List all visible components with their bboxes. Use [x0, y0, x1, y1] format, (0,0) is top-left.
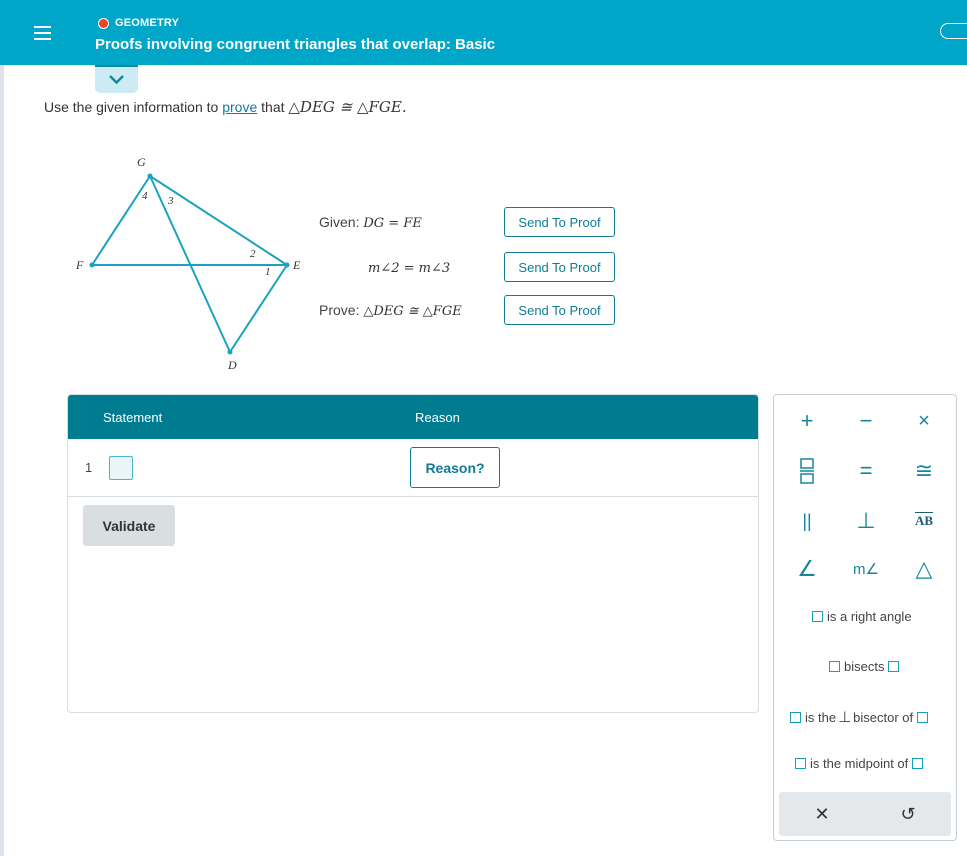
menu-button[interactable] — [26, 21, 58, 47]
validate-button[interactable]: Validate — [83, 505, 175, 546]
minus-button[interactable]: − — [841, 403, 891, 439]
bisects-template[interactable]: bisects — [829, 659, 900, 674]
header-bar: GEOMETRY Proofs involving congruent tria… — [0, 0, 967, 65]
point-g-label: G — [137, 155, 146, 169]
prove-link[interactable]: prove — [222, 99, 257, 115]
placeholder-box-icon — [790, 711, 801, 723]
send-to-proof-button-1[interactable]: Send To Proof — [504, 207, 615, 237]
angle-2-label: 2 — [250, 248, 256, 260]
perpendicular-button[interactable]: ⊥ — [841, 503, 891, 539]
triangle-button[interactable]: △ — [899, 551, 949, 587]
hamburger-icon — [34, 26, 51, 28]
symbol-palette: + − × = ≅ || ⊥ AB ∠ m∠ △ is a right angl… — [773, 394, 957, 841]
fraction-button[interactable] — [782, 453, 832, 489]
congruent-button[interactable]: ≅ — [899, 453, 949, 489]
right-angle-template[interactable]: is a right angle — [812, 609, 912, 624]
segment-button[interactable]: AB — [899, 503, 949, 539]
statement-column-header: Statement — [103, 410, 163, 425]
geometry-figure: G F E D 4 3 2 1 — [70, 150, 310, 385]
placeholder-box-icon — [812, 611, 823, 622]
palette-footer: ✕ ↺ — [779, 792, 951, 836]
topic-dot-icon — [98, 17, 109, 29]
send-to-proof-button-2[interactable]: Send To Proof — [504, 252, 615, 282]
perpendicular-icon: ⊥ — [838, 709, 852, 726]
placeholder-box-icon — [888, 661, 900, 672]
collapse-toggle[interactable] — [95, 65, 138, 93]
app-root: GEOMETRY Proofs involving congruent tria… — [0, 0, 967, 856]
point-e-label: E — [293, 258, 301, 272]
proof-table-header: Statement Reason — [68, 395, 758, 439]
point-f-label: F — [76, 258, 84, 272]
parallel-button[interactable]: || — [782, 503, 832, 539]
proof-table: Statement Reason 1 Reason? Validate — [67, 394, 759, 713]
reason-column-header: Reason — [415, 410, 460, 425]
angle-button[interactable]: ∠ — [782, 551, 832, 587]
fraction-icon — [800, 458, 814, 484]
clear-button[interactable]: ✕ — [802, 799, 842, 829]
angle-1-label: 1 — [265, 266, 271, 278]
left-edge-bar — [0, 0, 4, 856]
chevron-down-icon — [109, 75, 124, 85]
equals-button[interactable]: = — [841, 453, 891, 489]
measure-angle-button[interactable]: m∠ — [841, 551, 891, 587]
plus-button[interactable]: + — [782, 403, 832, 439]
topic-label: GEOMETRY — [98, 17, 179, 29]
placeholder-box-icon — [795, 758, 806, 769]
statement-input[interactable] — [109, 456, 133, 480]
triangle-diagram — [89, 173, 290, 355]
progress-pill[interactable] — [940, 23, 967, 39]
perpendicular-bisector-template[interactable]: is the ⊥ bisector of — [790, 708, 929, 726]
undo-button[interactable]: ↺ — [888, 799, 928, 829]
placeholder-box-icon — [917, 711, 929, 723]
angle-3-label: 3 — [168, 195, 174, 207]
midpoint-template[interactable]: is the midpoint of — [795, 756, 924, 771]
angle-4-label: 4 — [142, 190, 148, 202]
prove-line: Prove: △DEG ≅ △FGE — [319, 302, 462, 319]
problem-prompt: Use the given information to prove that … — [44, 98, 407, 116]
page-title: Proofs involving congruent triangles tha… — [95, 36, 496, 53]
send-to-proof-button-3[interactable]: Send To Proof — [504, 295, 615, 325]
times-button[interactable]: × — [899, 403, 949, 439]
placeholder-box-icon — [912, 758, 924, 769]
reason-button[interactable]: Reason? — [410, 447, 500, 488]
point-d-label: D — [228, 358, 237, 372]
given-line-2: m∠2 = m∠3 — [368, 261, 451, 276]
placeholder-box-icon — [829, 661, 840, 672]
row-number: 1 — [85, 460, 93, 475]
given-line-1: Given: DG = FE — [319, 214, 422, 231]
prompt-statement: △DEG ≅ △FGE. — [288, 98, 407, 116]
